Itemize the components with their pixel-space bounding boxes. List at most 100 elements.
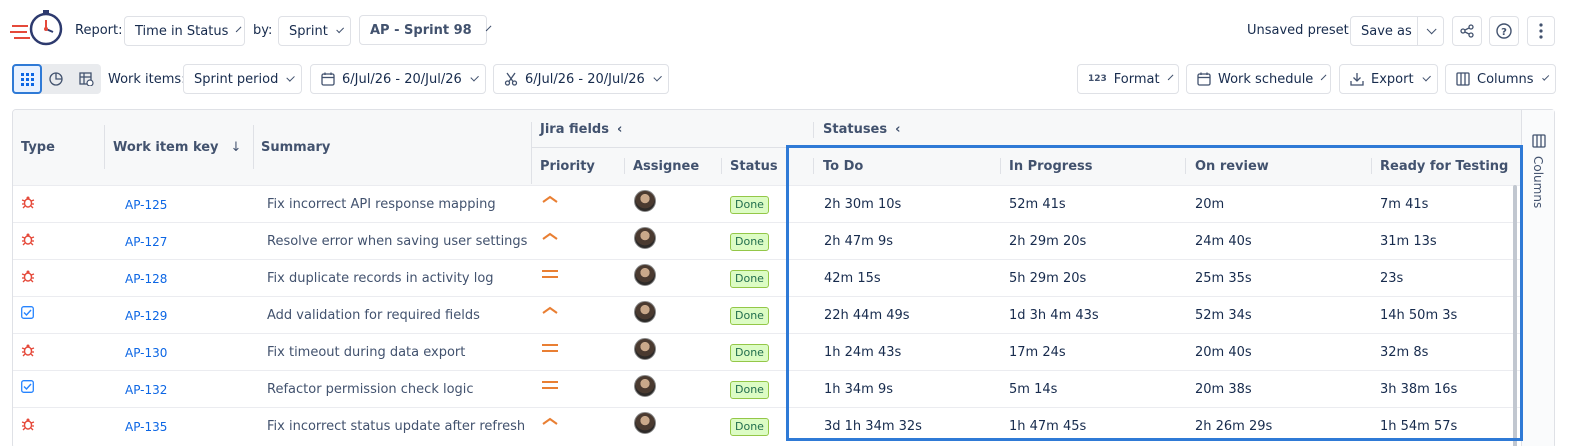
col-header-todo[interactable]: To Do bbox=[823, 159, 863, 174]
sprint-select[interactable]: AP - Sprint 98 bbox=[359, 15, 492, 45]
in-progress-time-cell: 2h 29m 20s bbox=[1009, 234, 1087, 249]
columns-label: Columns bbox=[1477, 71, 1534, 87]
chevron-down-icon bbox=[485, 25, 492, 31]
col-header-summary[interactable]: Summary bbox=[261, 140, 330, 155]
col-header-priority[interactable]: Priority bbox=[540, 159, 595, 174]
in-progress-time-cell: 52m 41s bbox=[1009, 197, 1066, 212]
column-separator bbox=[1000, 158, 1001, 174]
col-header-on-review[interactable]: On review bbox=[1195, 159, 1269, 174]
help-icon: ? bbox=[1496, 23, 1512, 39]
group-header-statuses[interactable]: Statuses ‹ bbox=[823, 122, 900, 137]
work-item-key-link[interactable]: AP-127 bbox=[125, 223, 167, 260]
vertical-scrollbar[interactable] bbox=[1513, 185, 1517, 446]
table-row[interactable]: AP-135 Fix incorrect status update after … bbox=[13, 407, 1528, 444]
ready-for-testing-time-cell: 14h 50m 3s bbox=[1380, 308, 1458, 323]
scissors-icon bbox=[504, 72, 518, 86]
status-badge-label: Done bbox=[730, 417, 769, 436]
col-header-assignee[interactable]: Assignee bbox=[633, 159, 699, 174]
collapse-chevron-icon[interactable]: ‹ bbox=[617, 122, 622, 137]
work-items-select[interactable]: Sprint period bbox=[183, 64, 302, 94]
assignee-avatar[interactable] bbox=[634, 219, 656, 256]
status-badge-label: Done bbox=[730, 306, 769, 325]
assignee-avatar[interactable] bbox=[634, 182, 656, 219]
status-badge-label: Done bbox=[730, 232, 769, 251]
status-badge: Done bbox=[730, 223, 769, 260]
work-item-key-link[interactable]: AP-130 bbox=[125, 334, 167, 371]
calendar-icon bbox=[1197, 72, 1211, 86]
status-badge: Done bbox=[730, 186, 769, 223]
pivot-view-button[interactable] bbox=[76, 70, 96, 88]
chevron-down-icon bbox=[1321, 74, 1327, 80]
ready-for-testing-time-cell: 3h 38m 16s bbox=[1380, 382, 1458, 397]
on-review-time-cell: 20m 38s bbox=[1195, 382, 1252, 397]
col-header-in-progress[interactable]: In Progress bbox=[1009, 159, 1093, 174]
summary-cell: Fix duplicate records in activity log bbox=[267, 271, 494, 286]
priority-medium-icon bbox=[541, 255, 559, 292]
work-item-key-link[interactable]: AP-125 bbox=[125, 186, 167, 223]
sort-down-icon[interactable]: ↓ bbox=[231, 140, 242, 155]
bug-icon bbox=[21, 331, 35, 368]
by-select[interactable]: Sprint bbox=[278, 16, 351, 46]
in-progress-time-cell: 5h 29m 20s bbox=[1009, 271, 1087, 286]
summary-cell: Resolve error when saving user settings bbox=[267, 234, 528, 249]
chart-view-button[interactable] bbox=[46, 70, 66, 88]
columns-icon bbox=[1532, 134, 1546, 148]
assignee-avatar[interactable] bbox=[634, 404, 656, 441]
columns-button[interactable]: Columns bbox=[1445, 64, 1556, 94]
assignee-avatar[interactable] bbox=[634, 293, 656, 330]
table-row[interactable]: AP-130 Fix timeout during data export Done… bbox=[13, 333, 1528, 370]
work-items-label: Work items: bbox=[108, 72, 186, 87]
share-button[interactable] bbox=[1452, 16, 1482, 46]
col-header-ready-for-testing[interactable]: Ready for Testing bbox=[1380, 159, 1508, 174]
table-row[interactable]: AP-127 Resolve error when saving user set… bbox=[13, 222, 1528, 259]
summary-cell: Add validation for required fields bbox=[267, 308, 480, 323]
chevron-down-icon bbox=[1422, 72, 1431, 82]
work-item-key-link[interactable]: AP-129 bbox=[125, 297, 167, 334]
priority-medium-icon bbox=[541, 329, 559, 366]
column-separator bbox=[721, 158, 722, 174]
assignee-avatar[interactable] bbox=[634, 256, 656, 293]
status-badge: Done bbox=[730, 334, 769, 371]
priority-high-icon bbox=[541, 292, 559, 329]
format-button[interactable]: 123 Format bbox=[1077, 64, 1179, 94]
column-separator bbox=[1185, 158, 1186, 174]
more-button[interactable] bbox=[1527, 16, 1555, 46]
col-header-status[interactable]: Status bbox=[730, 159, 778, 174]
priority-high-icon bbox=[541, 181, 559, 218]
work-schedule-button[interactable]: Work schedule bbox=[1186, 64, 1331, 94]
collapse-chevron-icon[interactable]: ‹ bbox=[895, 122, 900, 137]
svg-text:?: ? bbox=[1501, 27, 1507, 38]
assignee-avatar[interactable] bbox=[634, 367, 656, 404]
work-item-key-link[interactable]: AP-132 bbox=[125, 371, 167, 408]
ready-for-testing-time-cell: 23s bbox=[1380, 271, 1404, 286]
export-button[interactable]: Export bbox=[1339, 64, 1438, 94]
chevron-down-icon bbox=[286, 72, 295, 81]
assignee-avatar[interactable] bbox=[634, 330, 656, 367]
work-item-key-link[interactable]: AP-135 bbox=[125, 408, 167, 445]
columns-side-panel-toggle[interactable]: Columns bbox=[1521, 110, 1554, 446]
report-select[interactable]: Time in Status bbox=[124, 16, 245, 46]
date-trim-value: 6/Jul/26 - 20/Jul/26 bbox=[525, 71, 645, 87]
save-as-button[interactable]: Save as bbox=[1350, 16, 1418, 46]
column-separator bbox=[253, 125, 254, 169]
table-row[interactable]: AP-128 Fix duplicate records in activity … bbox=[13, 259, 1528, 296]
summary-cell: Refactor permission check logic bbox=[267, 382, 474, 397]
grid-icon bbox=[20, 72, 34, 86]
col-header-type[interactable]: Type bbox=[21, 140, 55, 155]
grid-view-button[interactable] bbox=[12, 64, 42, 94]
on-review-time-cell: 25m 35s bbox=[1195, 271, 1252, 286]
in-progress-time-cell: 1d 3h 4m 43s bbox=[1009, 308, 1099, 323]
help-button[interactable]: ? bbox=[1489, 16, 1519, 46]
work-item-key-link[interactable]: AP-128 bbox=[125, 260, 167, 297]
save-as-dropdown[interactable] bbox=[1417, 16, 1444, 46]
ready-for-testing-time-cell: 1h 54m 57s bbox=[1380, 419, 1458, 434]
date-range-picker[interactable]: 6/Jul/26 - 20/Jul/26 bbox=[310, 64, 486, 94]
table-row[interactable]: AP-132 Refactor permission check logic Don… bbox=[13, 370, 1528, 407]
table-row[interactable]: AP-125 Fix incorrect API response mapping… bbox=[13, 185, 1528, 222]
table-row[interactable]: AP-129 Add validation for required fields… bbox=[13, 296, 1528, 333]
col-header-key[interactable]: Work item key ↓ bbox=[113, 140, 241, 155]
date-trim-picker[interactable]: 6/Jul/26 - 20/Jul/26 bbox=[493, 64, 669, 94]
group-header-jira-fields[interactable]: Jira fields ‹ bbox=[540, 122, 622, 137]
save-as-label: Save as bbox=[1361, 23, 1412, 39]
report-table: Jira fields ‹ Statuses ‹ Type Work item ke… bbox=[12, 109, 1555, 446]
